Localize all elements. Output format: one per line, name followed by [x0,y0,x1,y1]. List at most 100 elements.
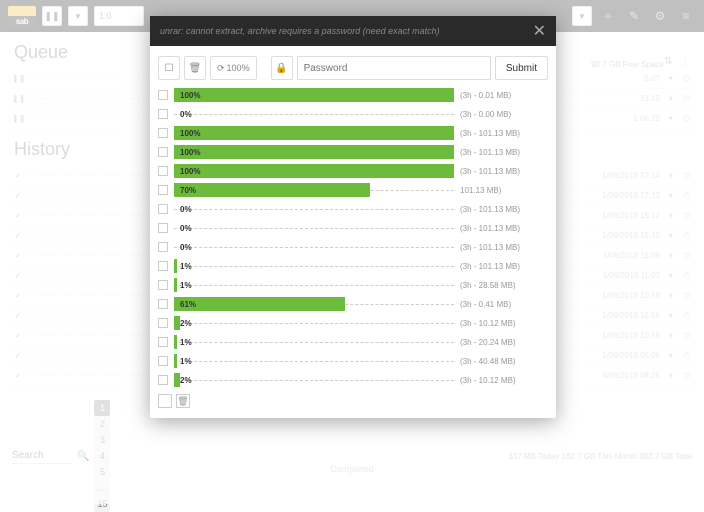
progress-bar: 100% [174,126,454,140]
more-icon[interactable]: ⋮ [680,56,692,68]
item-checkbox[interactable] [158,356,168,366]
row-toggle[interactable]: ⏻ [682,331,692,341]
password-input[interactable] [297,56,491,80]
page-button[interactable]: 2 [94,416,110,432]
row-toggle[interactable]: ⏻ [682,191,692,201]
modal-title: unrar: cannot extract, archive requires … [160,26,440,36]
item-checkbox[interactable] [158,318,168,328]
row-caret[interactable]: ▾ [666,191,676,200]
modal-header: unrar: cannot extract, archive requires … [150,16,556,46]
row-caret[interactable]: ▾ [666,94,676,103]
item-checkbox[interactable] [158,223,168,233]
item-checkbox[interactable] [158,90,168,100]
row-caret[interactable]: ▾ [666,291,676,300]
page-button[interactable]: 15 [94,496,110,512]
progress-label: 1% [174,338,192,347]
wrench-icon[interactable]: ✎ [624,6,644,26]
row-toggle[interactable]: ⏻ [682,114,692,124]
file-item-row: 100% (3h - 101.13 MB) [158,124,548,142]
file-item-row: 70%101.13 MB) [158,181,548,199]
delete-icon[interactable]: 🗑 [184,56,206,80]
pause-icon[interactable]: ❚❚ [12,94,24,103]
dropdown-caret[interactable]: ▾ [68,6,88,26]
page-button[interactable]: 5 [94,464,110,480]
menu-icon[interactable]: ≡ [676,6,696,26]
check-icon: ✓ [12,191,24,200]
row-toggle[interactable]: ⏻ [682,94,692,104]
row-caret[interactable]: ▾ [666,171,676,180]
item-checkbox[interactable] [158,109,168,119]
row-caret[interactable]: ▾ [666,114,676,123]
file-item-row: 0%(3h - 101.13 MB) [158,200,548,218]
progress-label: 0% [174,110,192,119]
row-caret[interactable]: ▾ [666,211,676,220]
row-caret[interactable]: ▾ [666,351,676,360]
close-icon[interactable]: ✕ [533,21,546,41]
item-info: (3h - 101.13 MB) [460,148,548,157]
row-date: 1/06/2018 17:12 [580,191,660,200]
item-info: (3h - 101.13 MB) [460,167,548,176]
row-toggle[interactable]: ⏻ [682,271,692,281]
search-icon[interactable]: 🔍 [77,451,89,462]
item-checkbox[interactable] [158,204,168,214]
hundred-pct-button[interactable]: ⟳100% [210,56,257,80]
progress-label: 100% [174,129,200,138]
footer-stats: 337 MB Today 182.7 GB This Month 382.7 G… [508,452,692,461]
row-toggle[interactable]: ⏻ [682,251,692,261]
row-caret[interactable]: ▾ [666,311,676,320]
file-item-row: 61%(3h - 0.41 MB) [158,295,548,313]
progress-label: 1% [174,262,192,271]
row-toggle[interactable]: ⏻ [682,231,692,241]
progress-label: 0% [174,243,192,252]
row-caret[interactable]: ▾ [666,371,676,380]
pause-icon[interactable]: ❚❚ [12,74,24,83]
add-icon[interactable]: + [598,6,618,26]
item-checkbox[interactable] [158,128,168,138]
row-caret[interactable]: ▾ [666,74,676,83]
item-info: (3h - 101.13 MB) [460,129,548,138]
item-checkbox[interactable] [158,337,168,347]
item-checkbox[interactable] [158,280,168,290]
row-toggle[interactable]: ⏻ [682,291,692,301]
row-toggle[interactable]: ⏻ [682,211,692,221]
search-input[interactable] [12,448,72,464]
row-toggle[interactable]: ⏻ [682,311,692,321]
row-toggle[interactable]: ⏻ [682,371,692,381]
file-item-row: 1%(3h - 20.24 MB) [158,333,548,351]
progress-label: 2% [174,376,192,385]
page-button[interactable]: 4 [94,448,110,464]
row-caret[interactable]: ▾ [666,231,676,240]
file-item-row: 1%(3h - 28.58 MB) [158,276,548,294]
select-all-checkbox[interactable]: ☐ [158,56,180,80]
page-button[interactable]: 1 [94,400,110,416]
item-info: (3h - 40.48 MB) [460,357,548,366]
row-caret[interactable]: ▾ [666,271,676,280]
sort-icon[interactable]: ⇅ [664,56,676,68]
item-checkbox[interactable] [158,185,168,195]
footer-checkbox[interactable] [158,394,172,408]
item-checkbox[interactable] [158,166,168,176]
dropdown-menu[interactable]: ▾ [572,6,592,26]
row-toggle[interactable]: ⏻ [682,351,692,361]
row-date: 1/06/2018 17:14 [580,171,660,180]
pause-button[interactable]: ❚❚ [42,6,62,26]
speed-field[interactable]: 1.0 [94,6,144,26]
row-caret[interactable]: ▾ [666,251,676,260]
row-toggle[interactable]: ⏻ [682,171,692,181]
item-checkbox[interactable] [158,261,168,271]
row-date: 1/06/2018 11:07 [580,271,660,280]
gear-icon[interactable]: ⚙ [650,6,670,26]
page-button[interactable]: 3 [94,432,110,448]
item-checkbox[interactable] [158,147,168,157]
item-checkbox[interactable] [158,375,168,385]
item-checkbox[interactable] [158,242,168,252]
row-caret[interactable]: ▾ [666,331,676,340]
page-button[interactable]: … [94,480,110,496]
check-icon: ✓ [12,211,24,220]
app-logo[interactable]: sab [8,6,36,26]
submit-button[interactable]: Submit [495,56,548,80]
item-checkbox[interactable] [158,299,168,309]
row-toggle[interactable]: ⏻ [682,74,692,84]
footer-delete-icon[interactable]: 🗑 [176,394,190,408]
pause-icon[interactable]: ❚❚ [12,114,24,123]
